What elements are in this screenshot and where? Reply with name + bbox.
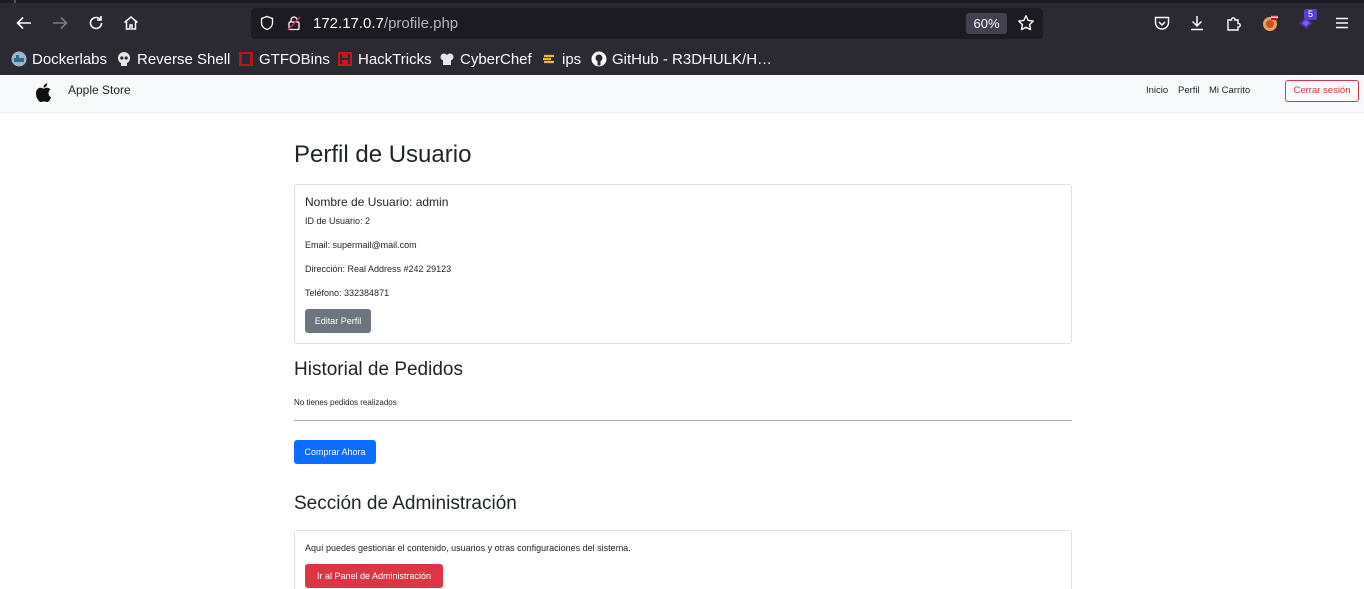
bookmark-dockerlabs[interactable]: Dockerlabs	[11, 50, 107, 68]
pocket-button[interactable]	[1153, 14, 1171, 32]
logout-button[interactable]: Cerrar sesión	[1285, 80, 1359, 102]
puzzle-icon	[1227, 17, 1241, 31]
browser-toolbar: 172.17.0.7/profile.php 60% 5 Dockerlabs	[0, 0, 1364, 75]
url-host: 172.17.0.7	[313, 15, 384, 32]
forward-button[interactable]	[49, 12, 71, 34]
bookmark-hacktricks[interactable]: HackTricks	[337, 50, 432, 68]
menu-button[interactable]	[1333, 14, 1351, 32]
extensions-button[interactable]	[1225, 14, 1243, 32]
insecure-lock-icon[interactable]	[286, 15, 302, 31]
zoom-indicator[interactable]: 60%	[966, 13, 1007, 34]
ips-icon	[543, 54, 554, 64]
admin-card: Aquí puedes gestionar el contenido, usua…	[294, 530, 1072, 589]
admin-description: Aquí puedes gestionar el contenido, usua…	[305, 543, 631, 553]
user-address: Dirección: Real Address #242 29123	[305, 264, 452, 274]
nav-link-perfil[interactable]: Perfil	[1178, 85, 1200, 96]
brand-name[interactable]: Apple Store	[68, 83, 131, 97]
chef-icon	[440, 53, 454, 65]
page-title: Perfil de Usuario	[294, 141, 472, 168]
downloads-button[interactable]	[1188, 14, 1206, 32]
site-navbar: Apple Store Inicio Perfil Mi Carrito Cer…	[0, 75, 1364, 113]
bookmark-label: ips	[562, 50, 582, 68]
user-id: ID de Usuario: 2	[305, 216, 371, 226]
bookmark-label: Dockerlabs	[32, 50, 108, 68]
url-text[interactable]: 172.17.0.7/profile.php	[313, 15, 458, 32]
download-icon	[1191, 16, 1203, 31]
forward-arrow-icon	[53, 16, 68, 30]
reload-icon	[89, 16, 103, 30]
bookmark-reverse-shell[interactable]: Reverse Shell	[116, 50, 230, 68]
bookmark-label: CyberChef	[460, 50, 532, 68]
nav-link-inicio[interactable]: Inicio	[1146, 85, 1168, 96]
github-icon	[591, 51, 607, 67]
buy-now-button[interactable]: Comprar Ahora	[294, 440, 376, 464]
docker-icon	[11, 51, 27, 67]
gtfobins-icon	[239, 52, 253, 66]
orders-empty-text: No tienes pedidos realizados	[294, 398, 397, 407]
page-content: Apple Store Inicio Perfil Mi Carrito Cer…	[0, 75, 1364, 589]
bookmark-github[interactable]: GitHub - R3DHULK/H…	[591, 50, 772, 68]
username-heading: Nombre de Usuario: admin	[305, 195, 449, 209]
hacktricks-icon	[338, 52, 352, 66]
bookmarks-bar: Dockerlabs Reverse Shell GTFOBins HackTr…	[0, 44, 1364, 74]
divider	[294, 420, 1072, 421]
extension-foxy-button[interactable]	[1261, 14, 1279, 32]
bookmark-cyberchef[interactable]: CyberChef	[439, 50, 532, 68]
user-email: Email: supermail@mail.com	[305, 240, 417, 250]
url-path: /profile.php	[383, 15, 459, 32]
user-phone: Teléfono: 332384871	[305, 288, 390, 298]
foxyproxy-icon	[1263, 15, 1278, 31]
admin-panel-button[interactable]: Ir al Panel de Administración	[305, 564, 443, 588]
bookmark-gtfobins[interactable]: GTFOBins	[238, 50, 330, 68]
bookmark-label: GTFOBins	[259, 50, 330, 68]
bookmark-label: HackTricks	[358, 50, 432, 68]
apple-logo-icon[interactable]	[35, 83, 52, 102]
edit-profile-button[interactable]: Editar Perfil	[305, 309, 371, 333]
admin-heading: Sección de Administración	[294, 493, 517, 514]
profile-card: Nombre de Usuario: admin ID de Usuario: …	[294, 184, 1072, 344]
skull-icon	[118, 52, 130, 66]
navigation-row: 172.17.0.7/profile.php 60% 5	[0, 3, 1364, 43]
back-button[interactable]	[13, 12, 35, 34]
bookmark-ips[interactable]: ips	[541, 50, 581, 68]
extension-badge: 5	[1304, 9, 1317, 20]
back-arrow-icon	[16, 16, 31, 30]
bookmark-star-icon[interactable]	[1017, 14, 1035, 32]
hamburger-menu-icon	[1336, 17, 1348, 29]
url-bar[interactable]: 172.17.0.7/profile.php 60%	[251, 8, 1043, 39]
shield-icon[interactable]	[259, 15, 275, 31]
orders-heading: Historial de Pedidos	[294, 359, 463, 380]
home-icon	[124, 16, 138, 30]
home-button[interactable]	[120, 12, 142, 34]
bookmark-label: GitHub - R3DHULK/H…	[612, 50, 773, 68]
pocket-icon	[1154, 16, 1170, 30]
bookmark-label: Reverse Shell	[137, 50, 231, 68]
nav-link-mi-carrito[interactable]: Mi Carrito	[1209, 85, 1250, 96]
reload-button[interactable]	[85, 12, 107, 34]
